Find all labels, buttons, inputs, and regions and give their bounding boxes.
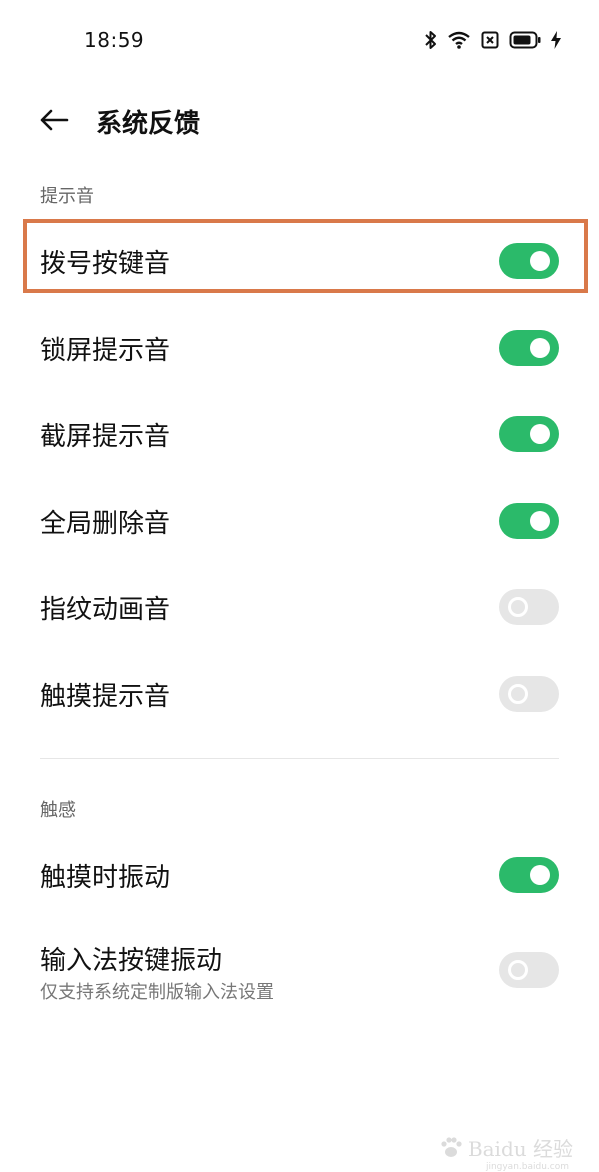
setting-subtitle: 仅支持系统定制版输入法设置 <box>40 982 274 1003</box>
setting-row-touch-vibration[interactable]: 触摸时振动 <box>0 831 599 917</box>
status-bar: 18:59 <box>0 0 599 80</box>
status-time: 18:59 <box>84 28 145 52</box>
page-title: 系统反馈 <box>96 109 201 139</box>
toggle-knob <box>508 960 528 980</box>
battery-icon <box>509 31 541 49</box>
wifi-icon <box>448 31 470 49</box>
toggle-knob <box>530 338 550 358</box>
setting-label: 截屏提示音 <box>40 422 171 452</box>
toggle-switch[interactable] <box>499 330 559 366</box>
toggle-switch[interactable] <box>499 243 559 279</box>
setting-row-ime-vibration[interactable]: 输入法按键振动 仅支持系统定制版输入法设置 <box>0 914 599 1014</box>
setting-label: 锁屏提示音 <box>40 336 171 366</box>
watermark-text: Baidu 经验 <box>467 1137 573 1161</box>
back-button[interactable] <box>34 100 74 140</box>
toggle-switch[interactable] <box>499 503 559 539</box>
section-divider <box>40 758 559 759</box>
toggle-knob <box>530 865 550 885</box>
setting-row-screenshot-sound[interactable]: 截屏提示音 <box>0 390 599 476</box>
setting-row-lock-sound[interactable]: 锁屏提示音 <box>0 304 599 390</box>
watermark-url: jingyan.baidu.com <box>485 1162 569 1172</box>
paw-logo-icon <box>441 1136 462 1157</box>
setting-label: 拨号按键音 <box>40 249 171 279</box>
toggle-knob <box>530 511 550 531</box>
charging-icon <box>551 31 561 49</box>
section-title-haptics: 触感 <box>40 800 76 821</box>
setting-label: 输入法按键振动 <box>40 946 223 976</box>
header: 系统反馈 <box>0 90 599 150</box>
toggle-knob <box>530 251 550 271</box>
toggle-knob <box>508 684 528 704</box>
setting-label: 触摸提示音 <box>40 682 171 712</box>
toggle-switch[interactable] <box>499 416 559 452</box>
toggle-switch[interactable] <box>499 589 559 625</box>
status-icons <box>425 28 561 52</box>
toggle-switch[interactable] <box>499 857 559 893</box>
setting-label: 指纹动画音 <box>40 595 171 625</box>
setting-label: 触摸时振动 <box>40 863 171 893</box>
toggle-switch[interactable] <box>499 676 559 712</box>
setting-row-fingerprint-sound[interactable]: 指纹动画音 <box>0 563 599 649</box>
toggle-knob <box>530 424 550 444</box>
watermark: Baidu 经验 <box>438 1133 573 1162</box>
setting-row-touch-sound[interactable]: 触摸提示音 <box>0 650 599 736</box>
setting-label: 全局删除音 <box>40 509 171 539</box>
setting-row-delete-sound[interactable]: 全局删除音 <box>0 477 599 563</box>
bluetooth-icon <box>425 31 436 49</box>
arrow-left-icon <box>40 109 69 131</box>
sim-off-icon <box>481 31 499 49</box>
toggle-knob <box>508 597 528 617</box>
section-title-sounds: 提示音 <box>40 186 94 207</box>
setting-row-dial-key-sound[interactable]: 拨号按键音 <box>0 217 599 303</box>
toggle-switch[interactable] <box>499 952 559 988</box>
